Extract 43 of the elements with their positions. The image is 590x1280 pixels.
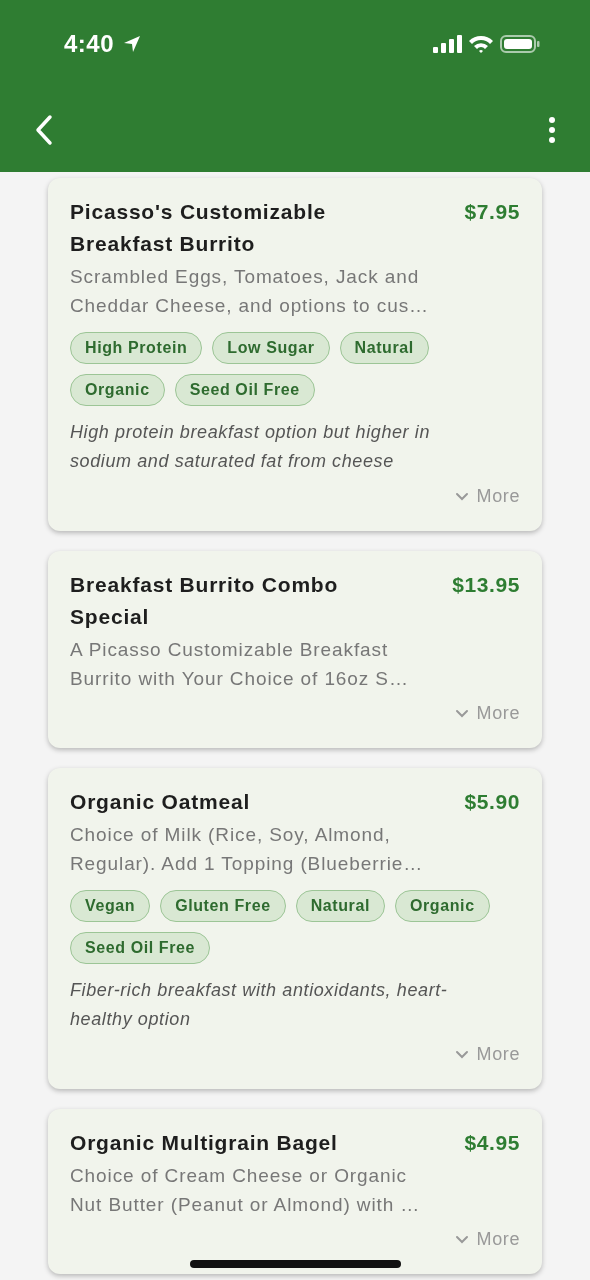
- item-description: Choice of Milk (Rice, Soy, Almond, Regular). Add 1 Topping (Blueberrie…: [70, 823, 425, 876]
- diet-tag: Organic: [70, 374, 165, 406]
- item-description: Choice of Cream Cheese or Organic Nut Butter (Peanut or Almond) with …: [70, 1164, 422, 1217]
- menu-item-card[interactable]: Organic Multigrain Bagel $4.95 Choice of Cream Cheese or Organic Nut Butter (Peanut or Almond) with … More: [48, 1109, 542, 1274]
- chevron-down-icon: [454, 1049, 469, 1060]
- status-time: 4:40: [64, 30, 115, 58]
- item-price: $7.95: [464, 199, 520, 225]
- diet-tag: Gluten Free: [160, 890, 286, 922]
- diet-tag: Natural: [295, 890, 385, 922]
- item-title: Breakfast Burrito Combo Special: [70, 572, 340, 630]
- chevron-down-icon: [454, 491, 469, 502]
- location-arrow-icon: [122, 34, 143, 54]
- diet-tag: Seed Oil Free: [70, 932, 211, 964]
- chevron-down-icon: [454, 708, 469, 719]
- item-price: $4.95: [464, 1130, 520, 1156]
- back-icon: [34, 114, 54, 146]
- menu-item-card[interactable]: [48, 768, 542, 1089]
- diet-tag: Organic: [395, 890, 490, 922]
- diet-tag: Seed Oil Free: [174, 374, 315, 406]
- item-description: Scrambled Eggs, Tomatoes, Jack and Cheddar Cheese, and options to cus…: [70, 265, 430, 318]
- diet-tag: Low Sugar: [212, 332, 330, 364]
- item-title: Organic Oatmeal: [70, 789, 251, 815]
- item-description: A Picasso Customizable Breakfast Burrito with Your Choice of 16oz S…: [70, 638, 410, 691]
- diet-tag: Vegan: [70, 890, 151, 922]
- item-title: Organic Multigrain Bagel: [70, 1130, 338, 1156]
- item-price: $5.90: [464, 789, 520, 815]
- diet-tag: Natural: [339, 332, 429, 364]
- item-title: Picasso's Customizable Breakfast Burrito: [70, 199, 327, 257]
- battery-icon: [500, 34, 540, 54]
- menu-item-card[interactable]: [48, 178, 542, 531]
- menu-item-card[interactable]: Breakfast Burrito Combo Special $13.95 A Picasso Customizable Breakfast Burrito with Your Choice of 16oz S… More: [48, 551, 542, 748]
- more-button[interactable]: More: [454, 484, 520, 509]
- more-button[interactable]: More: [454, 701, 520, 726]
- item-note: Fiber-rich breakfast with antioxidants, heart- healthy option: [70, 979, 449, 1031]
- wifi-icon: [468, 34, 494, 54]
- kebab-menu-icon: [548, 116, 556, 144]
- item-price: $13.95: [452, 572, 520, 598]
- item-note: High protein breakfast option but higher in sodium and saturated fat from cheese: [70, 421, 431, 473]
- diet-tag: High Protein: [70, 332, 203, 364]
- more-button[interactable]: More: [454, 1042, 520, 1067]
- chevron-down-icon: [454, 1234, 469, 1245]
- more-button[interactable]: More: [454, 1227, 520, 1252]
- signal-icon: [432, 34, 462, 54]
